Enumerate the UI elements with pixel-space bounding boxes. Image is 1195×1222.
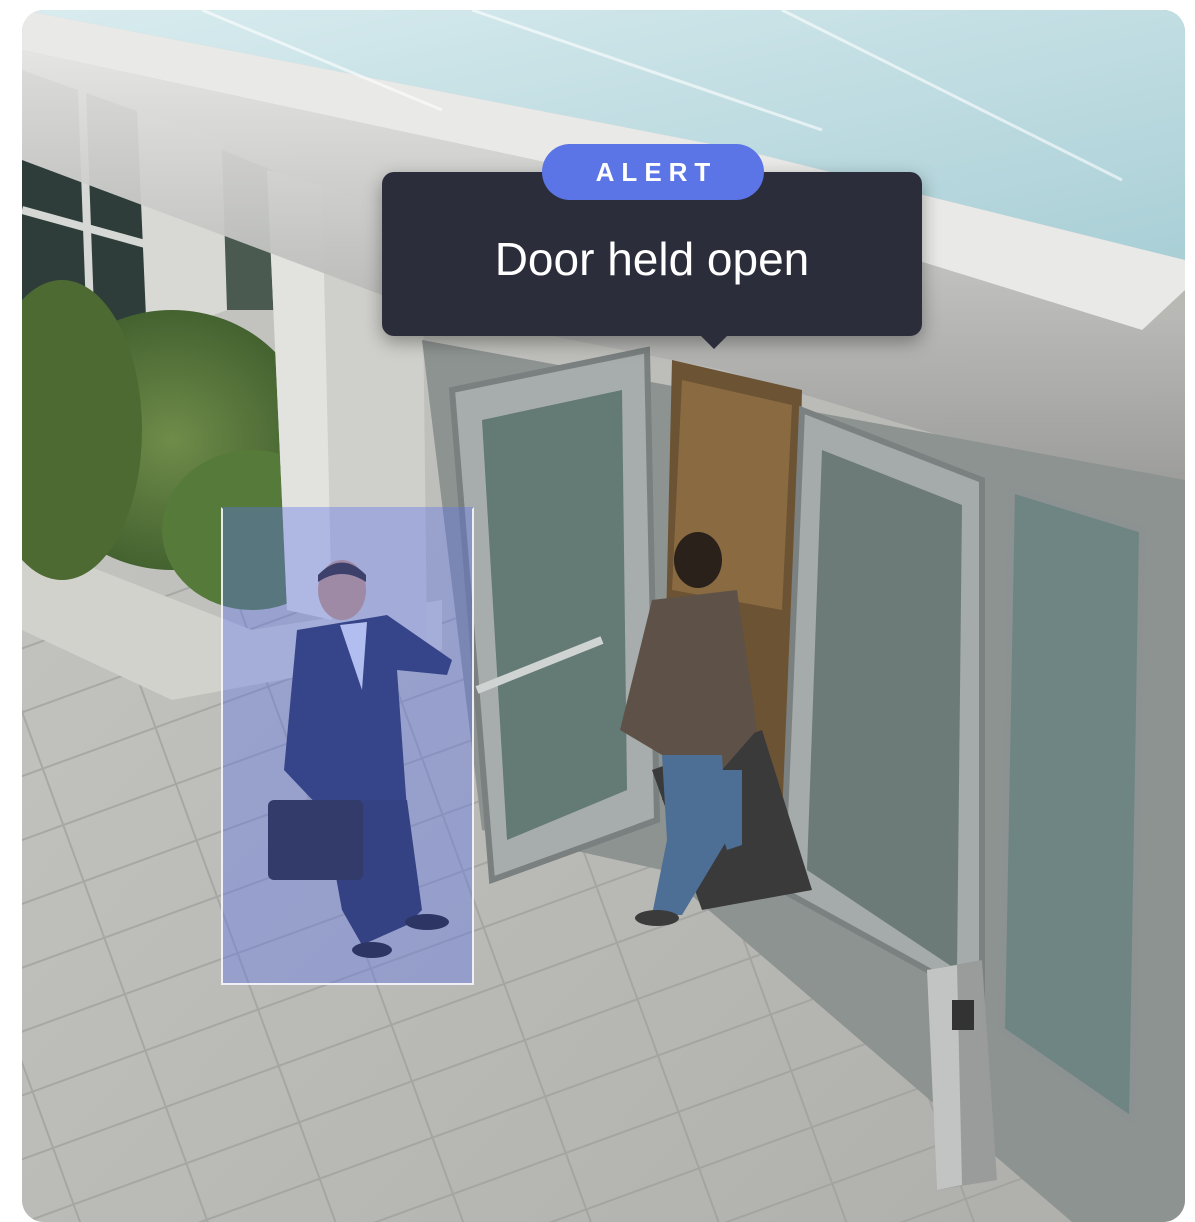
camera-feed-frame: ALERT Door held open <box>22 10 1185 1222</box>
alert-callout[interactable]: ALERT Door held open <box>382 144 922 349</box>
alert-badge: ALERT <box>542 144 764 200</box>
person-detection-box[interactable] <box>221 507 474 985</box>
alert-message: Door held open <box>494 233 810 285</box>
